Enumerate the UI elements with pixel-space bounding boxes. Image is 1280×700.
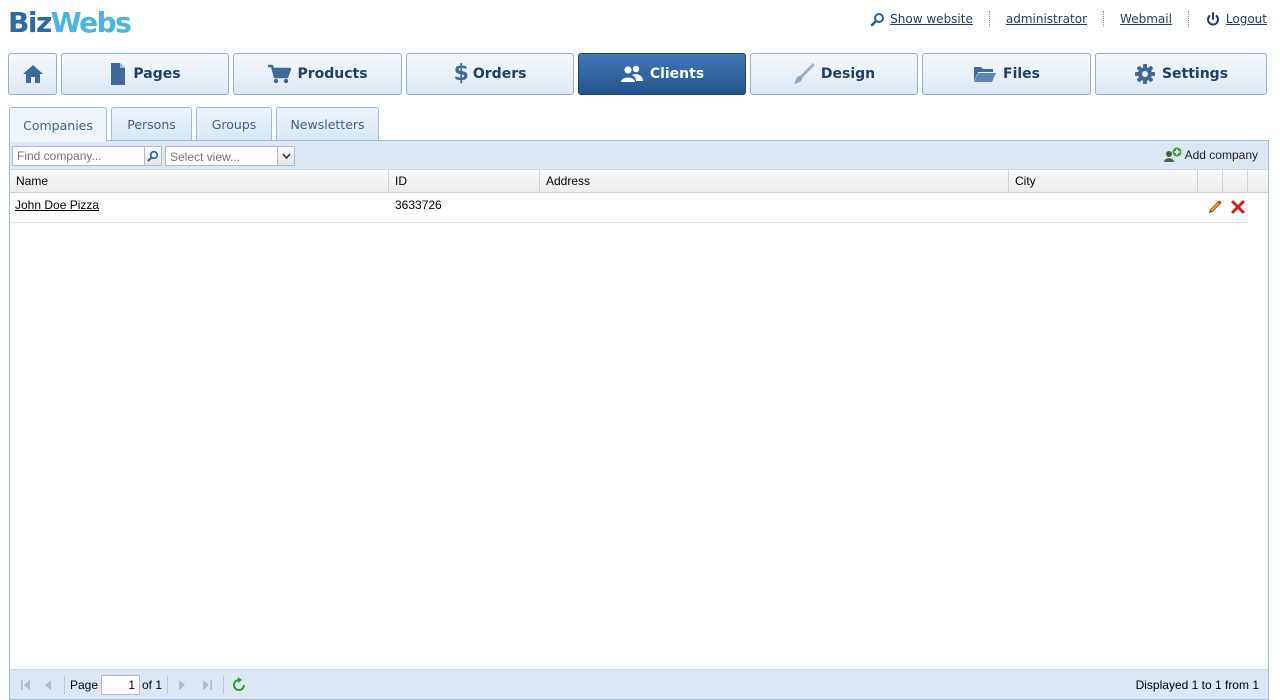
bizwebs-logo[interactable]: BizWebs xyxy=(8,6,132,40)
nav-home[interactable] xyxy=(8,53,57,95)
nav-pages-label: Pages xyxy=(133,66,181,82)
column-header-id[interactable]: ID xyxy=(389,170,540,193)
tab-newsletters[interactable]: Newsletters xyxy=(276,107,379,141)
nav-settings-label: Settings xyxy=(1161,66,1229,82)
select-view-dropdown[interactable]: Select view... xyxy=(165,146,295,166)
company-address-cell xyxy=(540,193,1009,223)
administrator-link[interactable]: administrator xyxy=(1006,12,1087,26)
grid-header: Name ID Address City xyxy=(10,170,1268,193)
first-page-icon[interactable] xyxy=(18,677,34,693)
tab-persons[interactable]: Persons xyxy=(111,107,192,141)
find-company-input[interactable] xyxy=(12,146,145,166)
page-of-label: of 1 xyxy=(142,678,163,692)
nav-pages[interactable]: Pages xyxy=(61,53,229,95)
dollar-icon: $ xyxy=(453,61,469,86)
company-city-cell xyxy=(1009,193,1198,223)
grid-toolbar: Select view... Add company xyxy=(10,141,1268,170)
divider xyxy=(64,676,65,694)
nav-settings[interactable]: Settings xyxy=(1095,53,1267,95)
page-icon xyxy=(111,63,126,85)
nav-files[interactable]: Files xyxy=(922,53,1091,95)
tab-companies[interactable]: Companies xyxy=(9,107,107,142)
tab-groups[interactable]: Groups xyxy=(196,107,272,141)
tab-companies-label: Companies xyxy=(23,117,93,133)
nav-clients[interactable]: Clients xyxy=(578,53,746,95)
find-company-button[interactable] xyxy=(144,146,162,166)
brush-icon xyxy=(793,63,815,84)
nav-design-label: Design xyxy=(820,66,876,82)
edit-pencil-icon[interactable] xyxy=(1206,198,1224,216)
logout-label: Logout xyxy=(1225,12,1267,26)
delete-icon[interactable] xyxy=(1229,198,1247,216)
column-header-city[interactable]: City xyxy=(1009,170,1198,193)
column-header-delete xyxy=(1223,170,1248,193)
pagination-status: Displayed 1 to 1 from 1 xyxy=(1135,678,1259,692)
gear-icon xyxy=(1134,64,1155,84)
administrator-label: administrator xyxy=(1005,12,1088,26)
show-website-label: Show website xyxy=(890,12,973,26)
nav-orders-label: Orders xyxy=(472,66,527,82)
select-view-placeholder: Select view... xyxy=(170,150,241,164)
add-company-label: Add company xyxy=(1184,148,1258,162)
prev-page-icon[interactable] xyxy=(40,677,56,693)
nav-clients-label: Clients xyxy=(649,66,705,82)
users-icon xyxy=(620,65,643,82)
divider xyxy=(1187,11,1189,27)
company-name-link[interactable]: John Doe Pizza xyxy=(10,193,389,223)
power-icon xyxy=(1206,12,1219,26)
chevron-down-icon[interactable] xyxy=(277,147,294,165)
nav-orders[interactable]: $ Orders xyxy=(406,53,574,95)
nav-products[interactable]: Products xyxy=(233,53,402,95)
folder-icon xyxy=(974,67,996,82)
divider xyxy=(1103,11,1105,27)
top-links: Show website administrator Webmail Logou… xyxy=(870,10,1267,28)
add-company-button[interactable]: Add company xyxy=(1163,147,1258,163)
nav-files-label: Files xyxy=(1003,66,1040,82)
column-header-name[interactable]: Name xyxy=(10,170,389,193)
tab-persons-label: Persons xyxy=(127,117,176,132)
pagination-bar: Page of 1 Displayed 1 to 1 from 1 xyxy=(10,669,1268,699)
logo-webs: Webs xyxy=(50,6,132,39)
home-icon xyxy=(22,65,43,83)
next-page-icon[interactable] xyxy=(174,677,190,693)
add-company-icon xyxy=(1163,147,1182,162)
companies-panel: Select view... Add company Name ID Addre… xyxy=(9,140,1269,700)
search-icon xyxy=(870,12,885,26)
page-label: Page xyxy=(70,678,99,692)
company-id-cell: 3633726 xyxy=(395,198,442,212)
webmail-label: Webmail xyxy=(1120,12,1172,26)
search-icon xyxy=(147,150,159,162)
column-header-edit xyxy=(1198,170,1223,193)
page-number-input[interactable] xyxy=(101,675,140,695)
divider xyxy=(988,11,990,27)
table-row: John Doe Pizza 3633726 xyxy=(10,193,1248,223)
logo-biz: Biz xyxy=(8,6,52,39)
last-page-icon[interactable] xyxy=(199,677,215,693)
webmail-link[interactable]: Webmail xyxy=(1120,12,1172,26)
cart-icon xyxy=(268,64,292,84)
logout-link[interactable]: Logout xyxy=(1205,11,1267,27)
nav-products-label: Products xyxy=(297,66,368,82)
column-header-address[interactable]: Address xyxy=(540,170,1009,193)
show-website-link[interactable]: Show website xyxy=(870,12,973,27)
nav-design[interactable]: Design xyxy=(750,53,918,95)
divider xyxy=(167,676,168,694)
divider xyxy=(223,676,224,694)
refresh-icon[interactable] xyxy=(231,677,247,693)
tab-groups-label: Groups xyxy=(211,117,257,132)
tab-newsletters-label: Newsletters xyxy=(290,117,365,132)
